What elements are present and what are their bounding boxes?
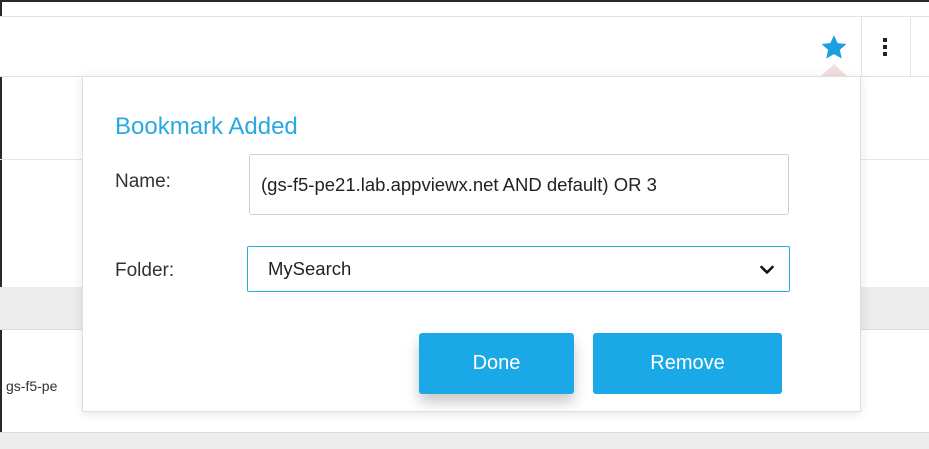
folder-label: Folder: <box>115 260 175 281</box>
popup-title: Bookmark Added <box>115 113 298 140</box>
more-options-button[interactable] <box>868 30 902 64</box>
table-cell: gs-f5-pe <box>6 378 58 394</box>
toolbar-divider <box>861 16 862 77</box>
remove-button[interactable]: Remove <box>593 333 782 394</box>
more-vertical-icon <box>883 38 887 56</box>
star-icon <box>821 34 847 58</box>
bookmark-popup: Bookmark Added Name: Folder: MySearch Do… <box>82 76 861 412</box>
top-toolbar <box>0 16 929 77</box>
folder-select[interactable]: MySearch <box>247 246 790 292</box>
name-label: Name: <box>115 171 171 192</box>
bookmark-button[interactable] <box>814 30 854 64</box>
chevron-down-icon <box>760 265 774 274</box>
table-footer <box>0 432 929 449</box>
done-button[interactable]: Done <box>419 333 574 394</box>
bookmark-name-input[interactable] <box>249 154 789 215</box>
folder-selected-value: MySearch <box>268 258 352 279</box>
toolbar-divider <box>910 16 911 77</box>
